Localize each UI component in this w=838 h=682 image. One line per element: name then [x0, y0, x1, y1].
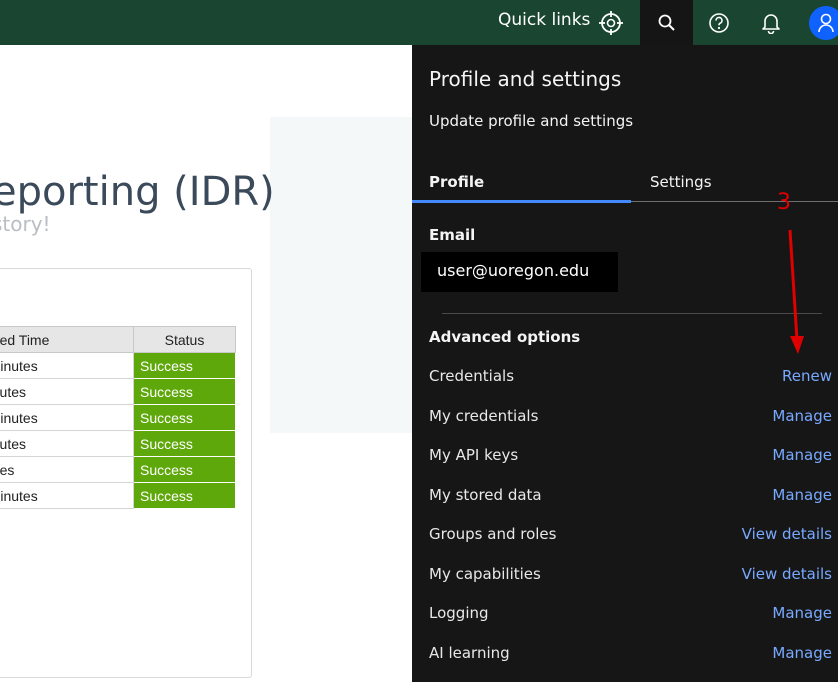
annotation-step-number: 3: [777, 190, 791, 215]
option-label: My stored data: [429, 486, 542, 504]
elapsed-time-cell: 5 minutes: [0, 482, 134, 509]
column-header-status[interactable]: Status: [133, 326, 236, 353]
quick-links-button[interactable]: Quick links: [498, 10, 590, 30]
elapsed-time-cell: 0 minutes: [0, 404, 134, 431]
option-label: My API keys: [429, 446, 519, 464]
advanced-options-heading: Advanced options: [429, 328, 581, 346]
panel-title: Profile and settings: [429, 67, 622, 91]
tab-divider: [631, 201, 838, 202]
panel-subtitle: Update profile and settings: [429, 112, 634, 130]
option-row-capabilities: My capabilities View details: [412, 565, 838, 589]
user-avatar-button[interactable]: [806, 0, 838, 45]
column-header-elapsed-time[interactable]: apsed Time: [0, 326, 134, 353]
table-row: 2 minutes Success: [0, 352, 236, 379]
option-row-my-credentials: My credentials Manage: [412, 407, 838, 431]
status-cell: Success: [133, 430, 236, 457]
option-row-logging: Logging Manage: [412, 604, 838, 628]
option-row-groups-roles: Groups and roles View details: [412, 525, 838, 549]
manage-api-keys-link[interactable]: Manage: [772, 446, 832, 464]
page-title: eporting (IDR): [0, 169, 275, 215]
page-subtitle: story!: [0, 212, 51, 236]
email-value: user@uoregon.edu: [421, 252, 618, 292]
background-card-panel: [270, 117, 420, 433]
elapsed-time-cell: inutes: [0, 456, 134, 483]
annotation-arrow-icon: [788, 229, 804, 354]
notification-button[interactable]: [752, 0, 790, 45]
notification-icon: [762, 13, 780, 34]
user-icon: [818, 13, 834, 32]
option-row-stored-data: My stored data Manage: [412, 486, 838, 510]
view-capabilities-link[interactable]: View details: [742, 565, 832, 583]
jobs-table: apsed Time Status 2 minutes Success minu…: [0, 326, 236, 509]
search-icon: [658, 14, 675, 31]
tab-profile[interactable]: Profile: [429, 173, 484, 191]
option-label: My credentials: [429, 407, 539, 425]
help-button[interactable]: [700, 0, 738, 45]
table-row: inutes Success: [0, 456, 236, 483]
table-row: minutes Success: [0, 378, 236, 405]
top-header-bar: Quick links: [0, 0, 838, 45]
status-cell: Success: [133, 456, 236, 483]
email-label: Email: [429, 226, 476, 244]
manage-my-credentials-link[interactable]: Manage: [772, 407, 832, 425]
option-label: My capabilities: [429, 565, 541, 583]
status-cell: Success: [133, 482, 236, 509]
option-label: Logging: [429, 604, 489, 622]
renew-credentials-link[interactable]: Renew: [782, 367, 832, 385]
status-cell: Success: [133, 404, 236, 431]
avatar: [809, 5, 838, 40]
active-tab-indicator: [412, 200, 631, 203]
profile-settings-panel: Profile and settings Update profile and …: [412, 45, 838, 682]
elapsed-time-cell: minutes: [0, 378, 134, 405]
search-button[interactable]: [640, 0, 693, 45]
status-cell: Success: [133, 378, 236, 405]
help-icon: [709, 12, 729, 33]
status-cell: Success: [133, 352, 236, 379]
section-divider: [442, 313, 822, 314]
table-row: 5 minutes Success: [0, 482, 236, 509]
crosshair-icon[interactable]: [596, 0, 626, 45]
option-label: Credentials: [429, 367, 515, 385]
option-row-api-keys: My API keys Manage: [412, 446, 838, 470]
table-row: minutes Success: [0, 430, 236, 457]
elapsed-time-cell: 2 minutes: [0, 352, 134, 379]
option-row-ai-learning: AI learning Manage: [412, 644, 838, 668]
manage-stored-data-link[interactable]: Manage: [772, 486, 832, 504]
option-row-credentials: Credentials Renew: [412, 367, 838, 391]
option-label: AI learning: [429, 644, 510, 662]
manage-ai-learning-link[interactable]: Manage: [772, 644, 832, 662]
option-label: Groups and roles: [429, 525, 557, 543]
tab-settings[interactable]: Settings: [650, 173, 712, 191]
table-row: 0 minutes Success: [0, 404, 236, 431]
manage-logging-link[interactable]: Manage: [772, 604, 832, 622]
view-groups-roles-link[interactable]: View details: [742, 525, 832, 543]
elapsed-time-cell: minutes: [0, 430, 134, 457]
table-header-row: apsed Time Status: [0, 326, 236, 353]
